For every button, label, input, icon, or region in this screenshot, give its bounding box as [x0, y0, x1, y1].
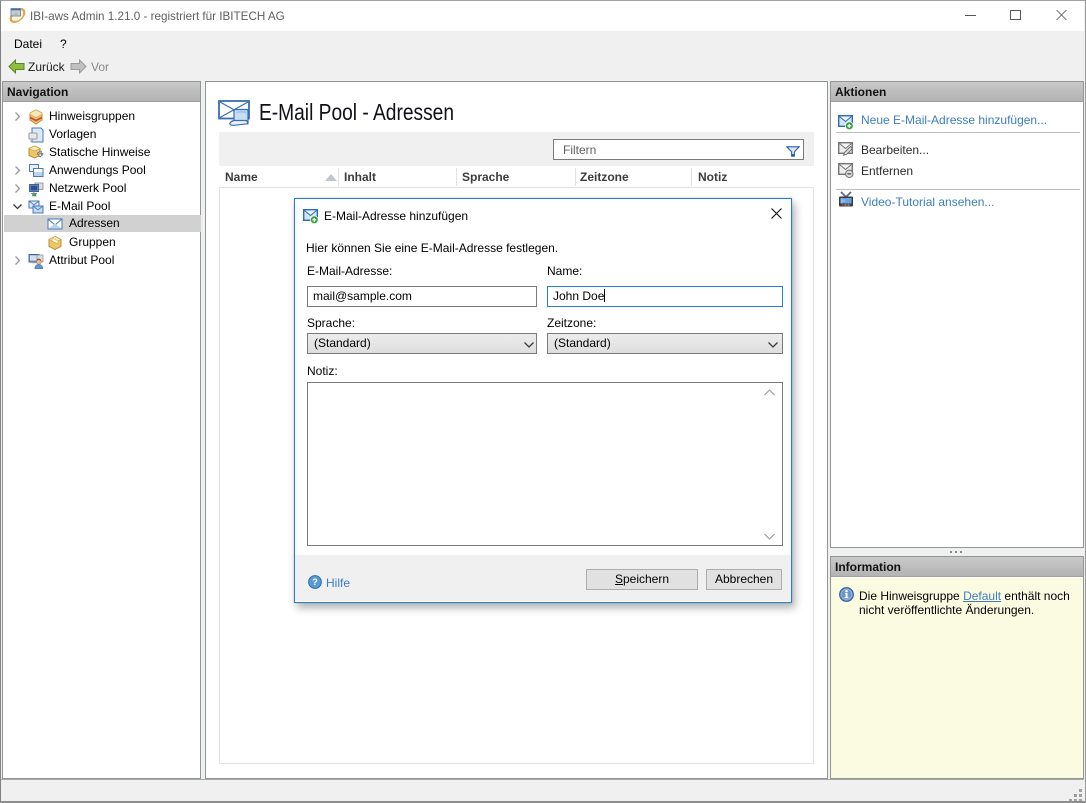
- svg-text:?: ?: [312, 577, 318, 587]
